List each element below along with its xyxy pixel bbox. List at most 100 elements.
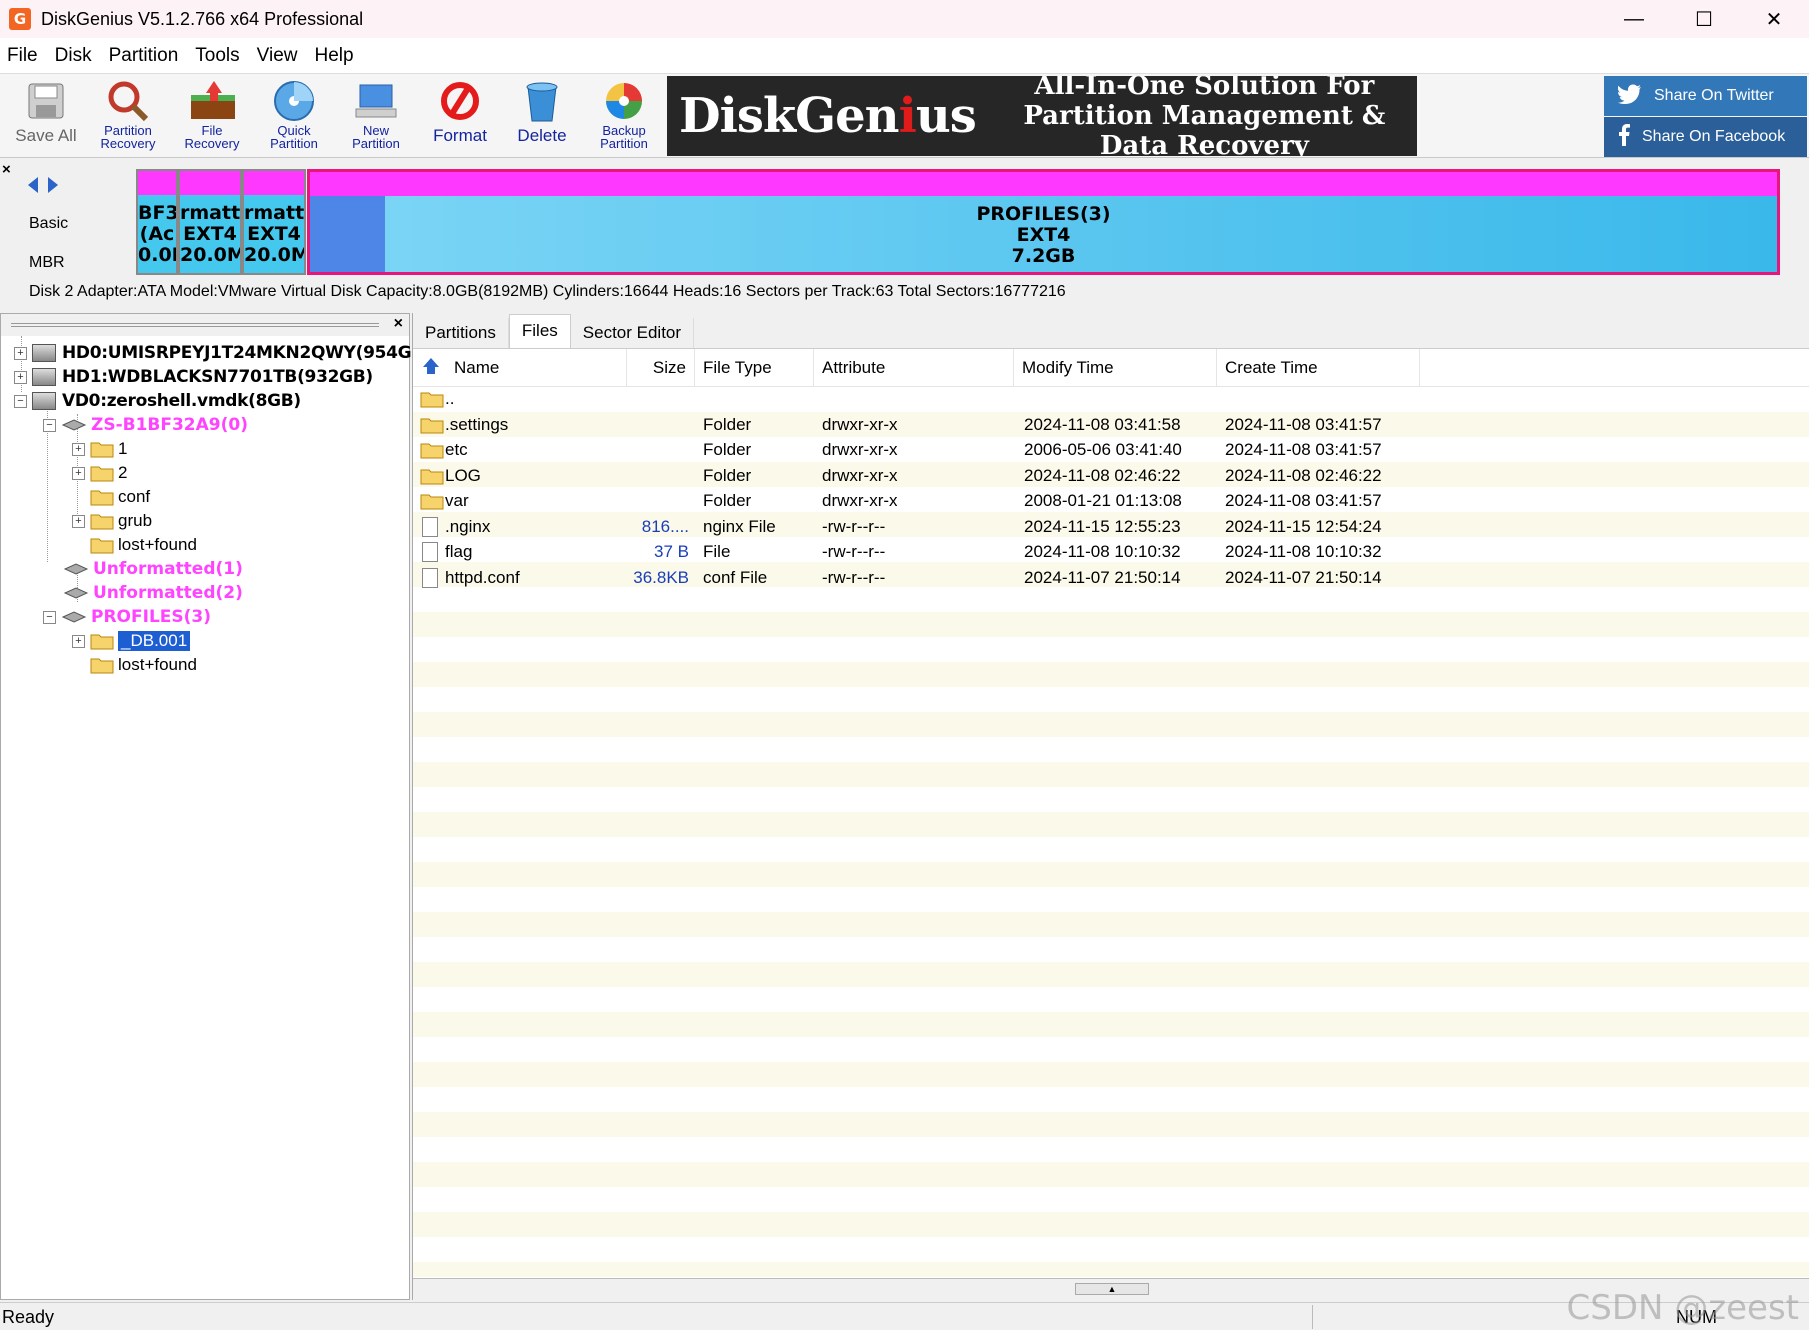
file-list: .. .settings Folder drwxr-xr-x 2024-11-08 03… (413, 387, 1809, 1277)
up-folder-icon[interactable] (422, 357, 440, 380)
tree-folder-label: lost+found (118, 535, 197, 554)
menu-tools[interactable]: Tools (188, 45, 249, 67)
menu-view[interactable]: View (250, 45, 308, 67)
partition-block-0[interactable]: BF32 (Ac 0.0I (136, 169, 178, 275)
toolbar: Save All Partition Recovery File Recover… (0, 74, 1809, 158)
scroll-up-arrow-icon[interactable]: ▲ (1075, 1283, 1149, 1295)
menu-disk[interactable]: Disk (48, 45, 102, 67)
tree-folder-db001[interactable]: + _DB.001 (72, 629, 191, 653)
file-row[interactable]: .settings Folder drwxr-xr-x 2024-11-08 03:4… (413, 413, 1809, 438)
close-button[interactable]: ✕ (1739, 0, 1809, 38)
disk-info-line: Disk 2 Adapter:ATA Model:VMware Virtual … (29, 283, 1066, 300)
tree-disk-label: HD1:WDBLACKSN7701TB(932GB) (62, 367, 373, 387)
expand-icon[interactable]: + (14, 346, 27, 360)
save-all-button[interactable]: Save All (6, 78, 86, 156)
tree-folder-lost-found-2[interactable]: lost+found (90, 653, 197, 677)
tree-folder-lost-found[interactable]: lost+found (90, 533, 197, 557)
tab-partitions[interactable]: Partitions (413, 318, 509, 348)
share-facebook-button[interactable]: Share On Facebook (1604, 117, 1807, 157)
file-row[interactable]: var Folder drwxr-xr-x 2008-01-21 01:13:08 20… (413, 489, 1809, 514)
partition-block-3[interactable]: PROFILES(3) EXT4 7.2GB (307, 169, 1780, 275)
expand-icon[interactable]: + (72, 514, 85, 528)
column-attribute[interactable]: Attribute (814, 349, 1014, 387)
file-type: conf File (703, 567, 768, 587)
disk-map-close-icon[interactable]: × (2, 161, 11, 178)
prev-disk-arrow-icon[interactable] (26, 175, 40, 201)
folder-icon (420, 418, 444, 433)
menu-partition[interactable]: Partition (102, 45, 189, 67)
column-create-time[interactable]: Create Time (1217, 349, 1420, 387)
menu-help[interactable]: Help (307, 45, 363, 67)
file-type: Folder (703, 465, 752, 485)
window-title: DiskGenius V5.1.2.766 x64 Professional (41, 8, 364, 29)
file-row[interactable]: etc Folder drwxr-xr-x 2006-05-06 03:41:40 20… (413, 438, 1809, 463)
tree-close-icon[interactable]: × (394, 315, 403, 333)
tree-partition-0[interactable]: − ZS-B1BF32A9(0) (43, 413, 248, 437)
tree-folder-grub[interactable]: + grub (72, 509, 152, 533)
partition-block-2[interactable]: rmatte EXT4 20.0M (242, 169, 306, 275)
column-name[interactable]: Name (413, 349, 627, 387)
tree-folder-1[interactable]: + 1 (72, 437, 127, 461)
diskgenius-app-icon: G (9, 8, 31, 30)
file-modify-time: 2024-11-07 21:50:14 (1024, 567, 1181, 587)
tree-folder-label-selected: _DB.001 (118, 631, 191, 651)
tab-files[interactable]: Files (508, 314, 571, 348)
menu-file[interactable]: File (0, 45, 48, 67)
next-disk-arrow-icon[interactable] (46, 175, 60, 201)
tree-disk-hd1[interactable]: + HD1:WDBLACKSN7701TB(932GB) (14, 365, 373, 389)
quick-partition-button[interactable]: Quick Partition (254, 78, 334, 156)
file-create-time: 2024-11-08 10:10:32 (1225, 542, 1382, 561)
column-size[interactable]: Size (627, 349, 695, 387)
file-row[interactable]: .. (413, 387, 1809, 412)
delete-button[interactable]: Delete (502, 78, 582, 156)
expand-icon[interactable]: + (14, 370, 27, 384)
collapse-icon[interactable]: − (43, 610, 56, 624)
backup-partition-button[interactable]: Backup Partition (584, 78, 664, 156)
file-row[interactable]: LOG Folder drwxr-xr-x 2024-11-08 02:46:22 20… (413, 464, 1809, 489)
expand-icon[interactable]: + (72, 466, 85, 480)
file-row[interactable]: httpd.conf 36.8KB conf File -rw-r--r-- 2024-… (413, 566, 1809, 591)
file-list-header: Name Size File Type Attribute Modify Tim… (413, 349, 1809, 387)
share-twitter-button[interactable]: Share On Twitter (1604, 76, 1807, 116)
tree-disk-vd0[interactable]: − VD0:zeroshell.vmdk(8GB) (14, 389, 301, 413)
collapse-icon[interactable]: − (43, 418, 56, 432)
tree-partition-label: ZS-B1BF32A9(0) (91, 415, 248, 435)
format-icon (437, 78, 483, 124)
partition-recovery-button[interactable]: Partition Recovery (88, 78, 168, 156)
collapse-icon[interactable]: − (14, 394, 27, 408)
minimize-button[interactable]: — (1599, 0, 1669, 38)
tree-disk-hd0[interactable]: + HD0:UMISRPEYJ1T24MKN2QWY(954GB) (14, 341, 432, 365)
new-partition-button[interactable]: New Partition (336, 78, 416, 156)
tab-sector-editor[interactable]: Sector Editor (571, 318, 695, 348)
file-recovery-button[interactable]: File Recovery (172, 78, 252, 156)
file-attribute: -rw-r--r-- (822, 542, 886, 561)
maximize-button[interactable]: ☐ (1669, 0, 1739, 38)
file-attribute: drwxr-xr-x (822, 465, 898, 485)
tree-partition-2[interactable]: Unformatted(2) (63, 581, 243, 605)
expand-icon[interactable]: + (72, 634, 85, 648)
file-create-time: 2024-11-07 21:50:14 (1225, 567, 1382, 587)
banner-tagline-1: All-In-One Solution For (1034, 76, 1375, 101)
quick-partition-icon (271, 78, 317, 124)
diskgenius-logo: DiskGenius (679, 88, 977, 144)
file-row[interactable]: flag 37 B File -rw-r--r-- 2024-11-08 10:10:3… (413, 540, 1809, 565)
tree-partition-3[interactable]: − PROFILES(3) (43, 605, 211, 629)
column-modify-time[interactable]: Modify Time (1014, 349, 1217, 387)
panel-grip[interactable] (11, 323, 379, 327)
file-name: .nginx (445, 516, 491, 536)
diskgenius-banner[interactable]: DiskGenius All-In-One Solution For Parti… (667, 76, 1417, 156)
column-file-type[interactable]: File Type (695, 349, 814, 387)
file-attribute: drwxr-xr-x (822, 491, 898, 510)
partition-block-1[interactable]: rmatte EXT4 20.0M (178, 169, 242, 275)
tree-folder-2[interactable]: + 2 (72, 461, 127, 485)
file-row[interactable]: .nginx 816.... nginx File -rw-r--r-- 2024-11… (413, 515, 1809, 540)
format-button[interactable]: Format (420, 78, 500, 156)
partition-0-size: 0.0I (138, 244, 178, 266)
tree-partition-1[interactable]: Unformatted(1) (63, 557, 243, 581)
watermark: CSDN @zeest (1566, 1288, 1799, 1328)
tree-folder-conf[interactable]: conf (90, 485, 150, 509)
file-name: etc (445, 440, 468, 459)
partition-icon (61, 419, 87, 431)
file-modify-time: 2024-11-15 12:55:23 (1024, 516, 1181, 536)
expand-icon[interactable]: + (72, 442, 85, 456)
